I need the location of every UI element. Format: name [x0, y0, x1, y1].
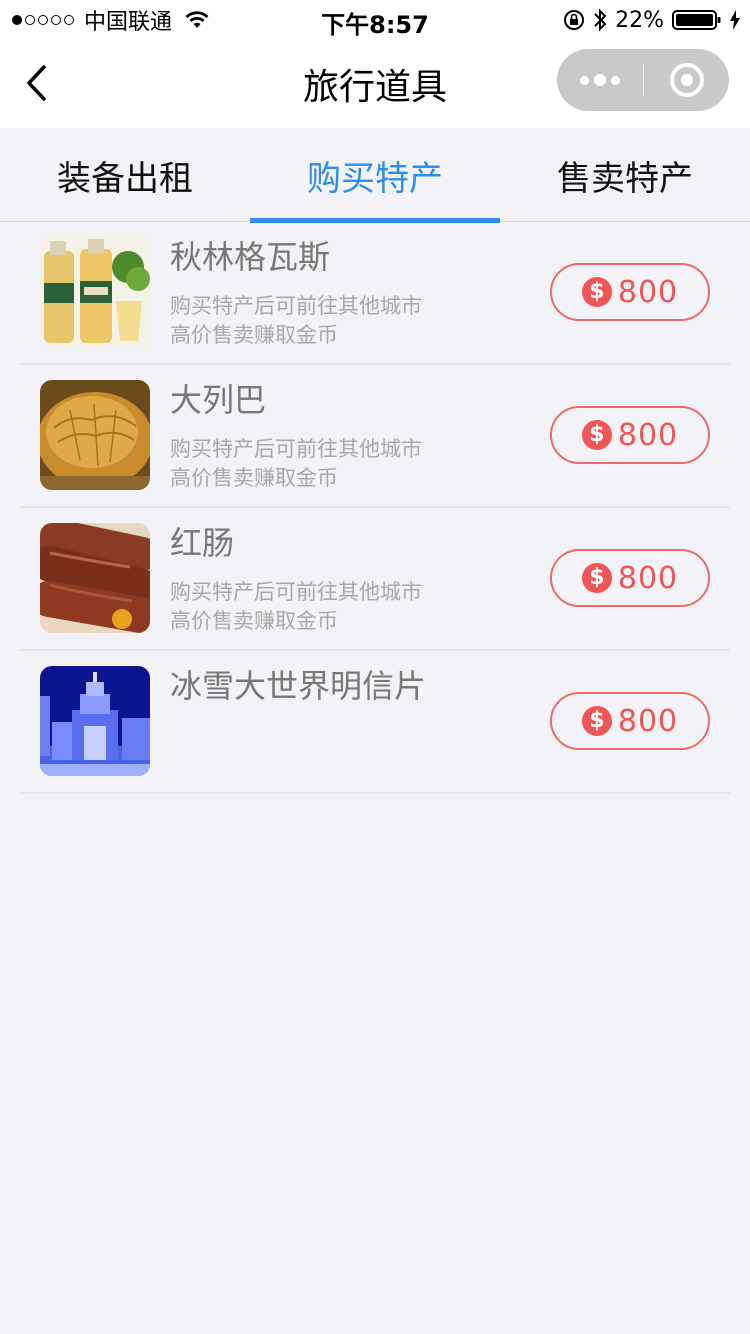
item-name: 冰雪大世界明信片: [170, 667, 427, 705]
bluetooth-icon: [594, 8, 607, 32]
product-thumbnail: [40, 237, 150, 347]
tab-sell-specialty[interactable]: 售卖特产: [500, 128, 750, 222]
item-description-line: 高价售卖赚取金币: [170, 609, 338, 633]
tab-label: 购买特产: [307, 158, 443, 199]
bread-loaf-image: [40, 380, 150, 490]
product-thumbnail: [40, 380, 150, 490]
tab-bar: 装备出租 购买特产 售卖特产: [0, 128, 750, 223]
item-description: 购买特产后可前往其他城市 高价售卖赚取金币: [170, 578, 422, 636]
more-button[interactable]: [557, 49, 643, 111]
battery-icon: [672, 10, 721, 30]
rotation-lock-icon: [564, 10, 585, 30]
item-description: 购买特产后可前往其他城市 高价售卖赚取金币: [170, 435, 422, 493]
close-mini-program-button[interactable]: [644, 49, 729, 111]
price-value: 800: [617, 703, 679, 739]
buy-price-button[interactable]: $ 800: [550, 263, 710, 321]
ice-castle-image: [40, 666, 150, 776]
item-description-line: 购买特产后可前往其他城市: [170, 580, 422, 604]
buy-price-button[interactable]: $ 800: [550, 549, 710, 607]
red-sausage-image: [40, 523, 150, 633]
item-description-line: 购买特产后可前往其他城市: [170, 294, 422, 318]
price-value: 800: [617, 274, 679, 310]
item-description: 购买特产后可前往其他城市 高价售卖赚取金币: [170, 292, 422, 350]
kvass-bottles-image: [40, 237, 150, 347]
status-right: 22%: [563, 6, 740, 34]
tab-label: 售卖特产: [557, 158, 693, 199]
coin-icon: $: [581, 706, 612, 736]
price-value: 800: [617, 417, 679, 453]
item-name: 红肠: [170, 524, 235, 562]
list-item: 大列巴 购买特产后可前往其他城市 高价售卖赚取金币 $ 800: [20, 365, 730, 508]
price-value: 800: [617, 560, 679, 596]
list-item: 红肠 购买特产后可前往其他城市 高价售卖赚取金币 $ 800: [20, 508, 730, 651]
buy-price-button[interactable]: $ 800: [550, 406, 710, 464]
item-name: 大列巴: [170, 381, 267, 419]
nav-bar: 旅行道具: [0, 40, 750, 128]
list-item: 冰雪大世界明信片 $ 800: [20, 651, 730, 794]
item-name: 秋林格瓦斯: [170, 238, 331, 276]
tab-label: 装备出租: [57, 158, 193, 199]
item-description-line: 高价售卖赚取金币: [170, 323, 338, 347]
coin-icon: $: [581, 420, 612, 450]
coin-icon: $: [581, 563, 612, 593]
more-dots-icon: [580, 75, 589, 85]
battery-percent: 22%: [615, 7, 664, 33]
status-bar: 中国联通 下午8:57 22%: [0, 0, 750, 40]
mini-program-capsule: [557, 49, 729, 111]
tab-buy-specialty[interactable]: 购买特产: [250, 128, 500, 223]
charging-bolt-icon: [730, 10, 740, 30]
specialty-list: 秋林格瓦斯 购买特产后可前往其他城市 高价售卖赚取金币 $ 800 大列巴 购买…: [20, 222, 730, 794]
product-thumbnail: [40, 666, 150, 776]
item-description-line: 高价售卖赚取金币: [170, 466, 338, 490]
product-thumbnail: [40, 523, 150, 633]
coin-icon: $: [581, 277, 612, 307]
tab-equipment-rental[interactable]: 装备出租: [0, 128, 250, 222]
buy-price-button[interactable]: $ 800: [550, 692, 710, 750]
list-item: 秋林格瓦斯 购买特产后可前往其他城市 高价售卖赚取金币 $ 800: [20, 222, 730, 365]
item-description-line: 购买特产后可前往其他城市: [170, 437, 422, 461]
target-ring-icon: [669, 63, 704, 97]
